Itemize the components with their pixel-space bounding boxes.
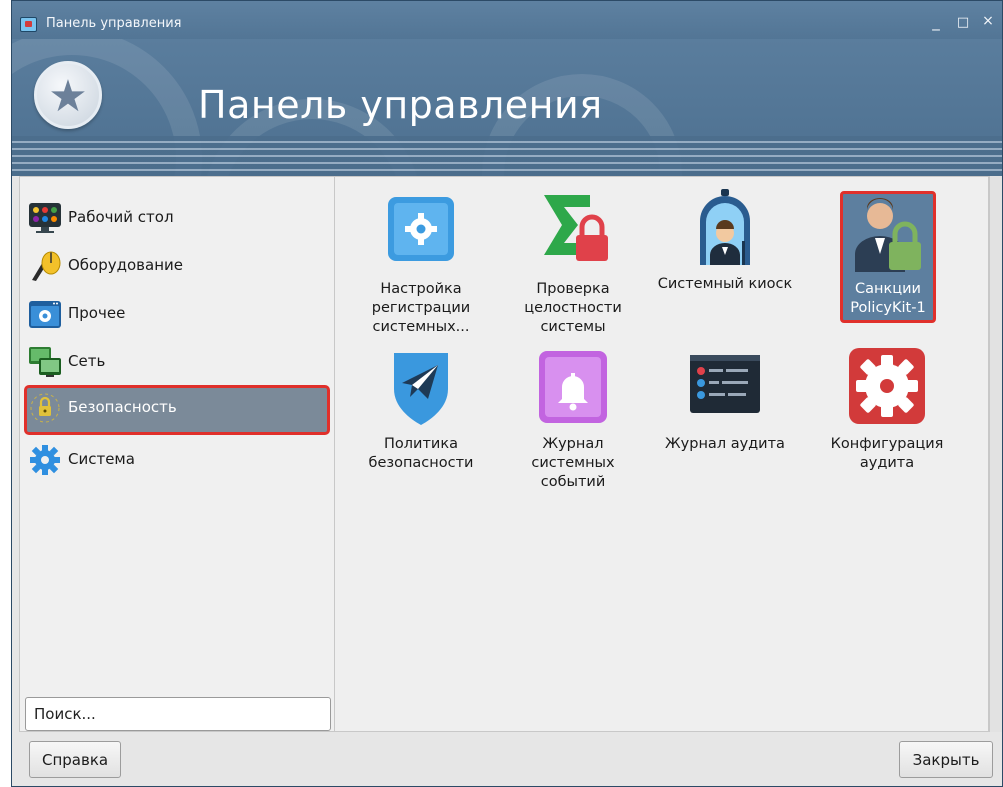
applet-system-kiosk[interactable]: Системный киоск — [655, 189, 795, 294]
system-events-log-icon — [534, 349, 612, 427]
window-title: Панель управления — [46, 16, 182, 31]
tile-label: безопасности — [368, 455, 474, 471]
tile-label: целостности — [524, 300, 622, 316]
hardware-icon — [32, 251, 61, 281]
sidebar-item-hardware[interactable]: Оборудование — [24, 243, 330, 289]
tile-label: регистрации — [371, 300, 471, 316]
tile-label: Проверка — [536, 281, 610, 297]
category-sidebar: Рабочий стол Оборудование Прочее Сеть Бе… — [19, 176, 335, 732]
close-window-button[interactable]: × — [979, 13, 997, 29]
minimize-button[interactable]: _ — [927, 13, 945, 31]
tile-label: Журнал аудита — [665, 436, 785, 452]
audit-log-icon — [686, 349, 764, 427]
registration-settings-icon — [382, 193, 460, 271]
tile-label: Журнал — [542, 436, 604, 452]
sidebar-item-label: Безопасность — [68, 398, 177, 416]
tile-label: Политика — [384, 436, 458, 452]
security-icon — [30, 393, 60, 423]
policykit-icon — [853, 194, 923, 272]
search-input[interactable] — [25, 697, 331, 731]
tile-label: аудита — [859, 455, 915, 471]
close-button[interactable]: Закрыть — [899, 741, 993, 778]
tile-label: PolicyKit-1 — [850, 300, 926, 316]
control-panel-window: Панель управления _ □ × ★ Панель управле… — [11, 0, 1003, 787]
tile-label: Настройка — [380, 281, 462, 297]
applet-audit-log[interactable]: Журнал аудита — [655, 349, 795, 454]
sidebar-item-label: Рабочий стол — [68, 208, 174, 226]
applet-security-policy[interactable]: Политика безопасности — [351, 349, 491, 473]
sidebar-item-security[interactable]: Безопасность — [24, 385, 330, 435]
tile-label: Системный киоск — [657, 276, 793, 292]
sidebar-item-label: Прочее — [68, 304, 126, 322]
sidebar-item-label: Сеть — [68, 352, 106, 370]
applet-policykit-sanctions[interactable]: Санкции PolicyKit-1 — [840, 191, 936, 323]
tile-label: событий — [540, 474, 606, 490]
sidebar-item-misc[interactable]: Прочее — [24, 291, 330, 337]
sidebar-item-system[interactable]: Система — [24, 437, 330, 483]
tile-label: Конфигурация — [830, 436, 944, 452]
sidebar-item-network[interactable]: Сеть — [24, 339, 330, 385]
help-button[interactable]: Справка — [29, 741, 121, 778]
audit-config-icon — [848, 347, 926, 425]
applet-system-events-log[interactable]: Журнал системных событий — [503, 349, 643, 492]
content-scrollbar[interactable] — [989, 176, 1002, 732]
tile-label: системных — [531, 455, 615, 471]
system-gear-icon — [30, 445, 60, 475]
sidebar-item-label: Оборудование — [68, 256, 183, 274]
applet-audit-config[interactable]: Конфигурация аудита — [817, 347, 957, 473]
applet-registration-settings[interactable]: Настройка регистрации системных... — [351, 193, 491, 337]
desktop-icon — [29, 203, 61, 233]
banner-title: Панель управления — [198, 83, 603, 127]
star-badge-icon: ★ — [34, 61, 102, 129]
tile-label: системных... — [372, 319, 470, 335]
tile-label: Санкции — [855, 281, 921, 297]
tile-label: системы — [540, 319, 606, 335]
sidebar-item-label: Система — [68, 450, 135, 468]
applets-grid: Настройка регистрации системных... Прове… — [334, 176, 989, 732]
network-icon — [29, 347, 61, 377]
system-kiosk-icon — [686, 189, 764, 267]
sidebar-item-desktop[interactable]: Рабочий стол — [24, 195, 330, 241]
security-policy-icon — [382, 349, 460, 427]
integrity-check-icon — [534, 191, 612, 269]
header-banner: ★ Панель управления — [12, 39, 1002, 176]
banner-stripes — [12, 136, 1002, 176]
control-panel-app-icon — [20, 17, 37, 32]
applet-integrity-check[interactable]: Проверка целостности системы — [503, 191, 643, 337]
misc-icon — [29, 301, 61, 328]
maximize-button[interactable]: □ — [954, 15, 972, 30]
